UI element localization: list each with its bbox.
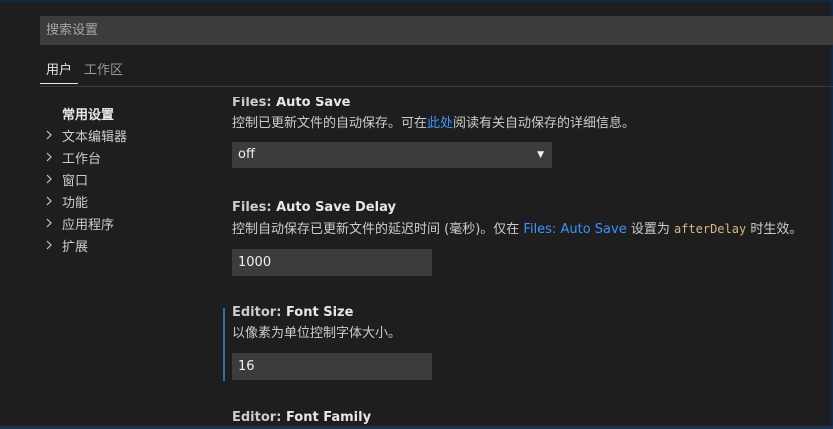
settings-editor: 搜索设置 用户 工作区 常用设置 文本编辑器 工作台 窗口 功能 应用程序 扩展… [0,0,833,429]
setting-title: Files: Auto Save Delay [232,199,802,217]
toc-item-label: 常用设置 [62,107,115,123]
tabs-divider [40,86,833,87]
toc-item-application[interactable]: 应用程序 [40,212,210,234]
chevron-right-icon [40,218,58,228]
auto-save-delay-input[interactable]: 1000 [232,249,432,276]
setting-category: Editor: [232,305,286,320]
setting-title: Editor: Font Size [232,304,432,322]
toc-item-text-editor[interactable]: 文本编辑器 [40,124,210,146]
toc-item-label: 窗口 [62,173,89,189]
desc-text: 时生效。 [746,222,803,237]
search-input[interactable]: 搜索设置 [40,16,833,45]
setting-key: Auto Save [276,97,351,110]
focused-setting-indicator [223,308,225,381]
setting-description: 控制已更新文件的自动保存。可在此处阅读有关自动保存的详细信息。 [232,115,635,133]
setting-font-size: Editor: Font Size 以像素为单位控制字体大小。 16 [232,304,432,380]
toc-item-label: 文本编辑器 [62,129,128,145]
desc-text: 设置为 [626,222,674,237]
font-size-input[interactable]: 16 [232,353,432,380]
tab-workspace[interactable]: 工作区 [78,62,129,84]
setting-auto-save-delay: Files: Auto Save Delay 控制自动保存已更新文件的延迟时间 … [232,199,802,276]
setting-title: Files: Auto Save [232,97,635,112]
setting-description: 控制自动保存已更新文件的延迟时间 (毫秒)。仅在 Files: Auto Sav… [232,220,802,239]
setting-auto-save: Files: Auto Save 控制已更新文件的自动保存。可在此处阅读有关自动… [232,97,635,168]
toc-item-window[interactable]: 窗口 [40,168,210,190]
toc-item-label: 工作台 [62,151,102,167]
inline-code: afterDelay [673,222,747,236]
desc-text: 控制已更新文件的自动保存。可在 [232,116,428,131]
select-value: off [238,147,255,162]
tab-user[interactable]: 用户 [40,62,79,84]
auto-save-select[interactable]: off ▼ [232,142,552,168]
toc-item-features[interactable]: 功能 [40,190,210,212]
toc-item-label: 扩展 [62,239,89,255]
desc-text: 阅读有关自动保存的详细信息。 [453,116,636,131]
toc-item-workbench[interactable]: 工作台 [40,146,210,168]
chevron-right-icon [40,196,58,206]
setting-category: Files: [232,200,277,215]
setting-key: Font Family [285,410,372,425]
toc-item-common[interactable]: 常用设置 [40,102,210,124]
chevron-right-icon [40,174,58,184]
setting-category: Files: [232,97,277,110]
chevron-right-icon [40,130,58,140]
toc-item-label: 功能 [62,195,89,211]
top-border [0,0,833,2]
chevron-down-icon: ▼ [537,150,544,160]
settings-toc: 常用设置 文本编辑器 工作台 窗口 功能 应用程序 扩展 [40,102,210,256]
setting-font-family: Editor: Font Family [232,409,371,426]
setting-key: Auto Save Delay [276,200,396,215]
auto-save-setting-link[interactable]: Files: Auto Save [523,222,626,237]
chevron-right-icon [40,240,58,250]
setting-title: Editor: Font Family [232,409,371,426]
setting-category: Editor: [232,410,286,425]
chevron-right-icon [40,152,58,162]
desc-text: 控制自动保存已更新文件的延迟时间 (毫秒)。仅在 [232,222,524,237]
toc-item-label: 应用程序 [62,217,115,233]
toc-item-extensions[interactable]: 扩展 [40,234,210,256]
setting-key: Font Size [285,305,354,320]
settings-scope-tabs: 用户 工作区 [40,62,129,86]
setting-description: 以像素为单位控制字体大小。 [232,326,402,341]
settings-list: Files: Auto Save 控制已更新文件的自动保存。可在此处阅读有关自动… [210,97,830,426]
auto-save-details-link[interactable]: 此处 [427,116,453,131]
